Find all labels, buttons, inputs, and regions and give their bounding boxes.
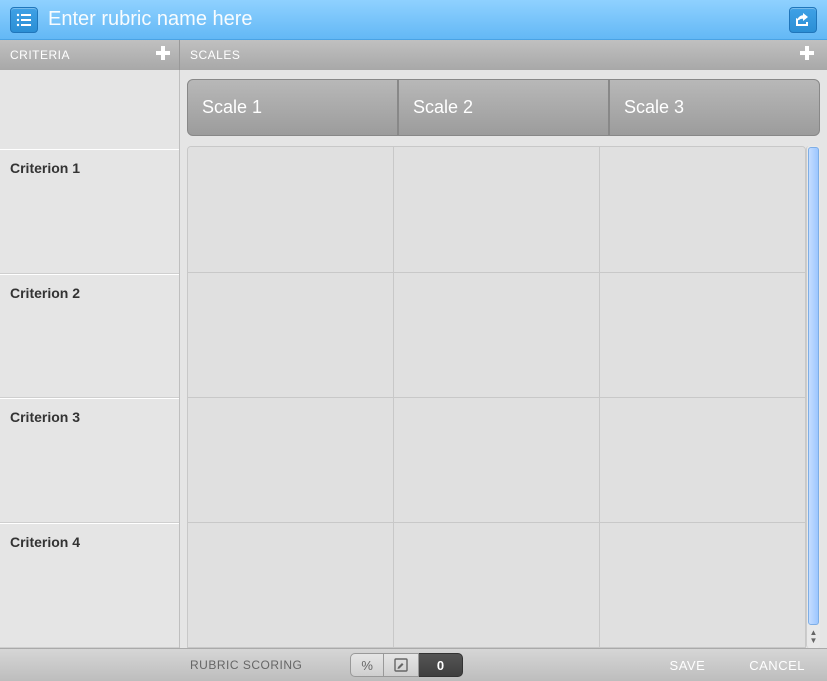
save-label: SAVE: [670, 658, 706, 673]
criterion-row[interactable]: Criterion 1: [0, 149, 179, 274]
grid-row: [188, 272, 805, 397]
list-icon: [16, 13, 32, 27]
criterion-label: Criterion 4: [10, 534, 80, 550]
scale-header-label: Scale 1: [202, 97, 262, 118]
criterion-label: Criterion 3: [10, 409, 80, 425]
grid-cell[interactable]: [188, 147, 394, 272]
scale-header-label: Scale 3: [624, 97, 684, 118]
top-bar: [0, 0, 827, 40]
grid-cell[interactable]: [394, 147, 600, 272]
scoring-edit-button[interactable]: [384, 653, 419, 677]
grid-cell[interactable]: [600, 273, 805, 397]
criteria-sidebar: Criterion 1 Criterion 2 Criterion 3 Crit…: [0, 70, 180, 648]
plus-icon: [155, 45, 171, 61]
add-scale-button[interactable]: [799, 45, 815, 65]
criterion-label: Criterion 1: [10, 160, 80, 176]
grid-cell[interactable]: [394, 523, 600, 647]
criteria-header-label: CRITERIA: [10, 48, 70, 62]
criterion-row[interactable]: Criterion 4: [0, 523, 179, 648]
grid-cell[interactable]: [188, 273, 394, 397]
share-button[interactable]: [789, 7, 817, 33]
grid-cell[interactable]: [188, 523, 394, 647]
grid-cell[interactable]: [188, 398, 394, 522]
criteria-header: CRITERIA: [0, 40, 180, 70]
chevron-down-icon: ▼: [810, 637, 818, 645]
scale-header-label: Scale 2: [413, 97, 473, 118]
scale-header[interactable]: Scale 3: [609, 79, 820, 136]
scale-header[interactable]: Scale 1: [187, 79, 398, 136]
grid-row: [188, 147, 805, 272]
grid-cell[interactable]: [600, 147, 805, 272]
scoring-percent-button[interactable]: %: [350, 653, 384, 677]
edit-icon: [394, 658, 408, 672]
scrollbar-arrows[interactable]: ▲ ▼: [807, 626, 820, 648]
criterion-label: Criterion 2: [10, 285, 80, 301]
scrollbar-thumb[interactable]: [808, 147, 819, 625]
plus-icon: [799, 45, 815, 61]
criterion-row[interactable]: Criterion 2: [0, 274, 179, 399]
vertical-scrollbar[interactable]: ▲ ▼: [806, 146, 820, 648]
criterion-row[interactable]: Criterion 3: [0, 398, 179, 523]
scales-main: Scale 1 Scale 2 Scale 3: [180, 70, 827, 648]
sidebar-spacer: [0, 70, 179, 149]
grid-cell[interactable]: [600, 523, 805, 647]
sub-header: CRITERIA SCALES: [0, 40, 827, 70]
share-icon: [795, 13, 811, 27]
footer-bar: RUBRIC SCORING % 0 SAVE CANCEL: [0, 648, 827, 681]
scoring-mode-toggle: % 0: [350, 653, 463, 677]
scale-header[interactable]: Scale 2: [398, 79, 609, 136]
percent-label: %: [361, 658, 373, 673]
grid-cell[interactable]: [394, 273, 600, 397]
save-button[interactable]: SAVE: [648, 658, 728, 673]
scoring-label: RUBRIC SCORING: [180, 658, 302, 672]
rubric-name-input[interactable]: [48, 8, 779, 31]
rubric-grid: [187, 146, 806, 648]
scale-headers: Scale 1 Scale 2 Scale 3: [187, 79, 820, 136]
scoring-count-button[interactable]: 0: [419, 653, 463, 677]
grid-row: [188, 522, 805, 647]
grid-cell[interactable]: [394, 398, 600, 522]
scales-header-label: SCALES: [190, 48, 240, 62]
menu-button[interactable]: [10, 7, 38, 33]
grid-row: [188, 397, 805, 522]
grid-scroll-area: ▲ ▼: [187, 146, 820, 648]
add-criterion-button[interactable]: [155, 45, 171, 65]
scales-header: SCALES: [180, 40, 827, 70]
cancel-label: CANCEL: [749, 658, 805, 673]
count-value: 0: [437, 658, 444, 673]
grid-cell[interactable]: [600, 398, 805, 522]
rubric-body: Criterion 1 Criterion 2 Criterion 3 Crit…: [0, 70, 827, 648]
cancel-button[interactable]: CANCEL: [727, 658, 827, 673]
